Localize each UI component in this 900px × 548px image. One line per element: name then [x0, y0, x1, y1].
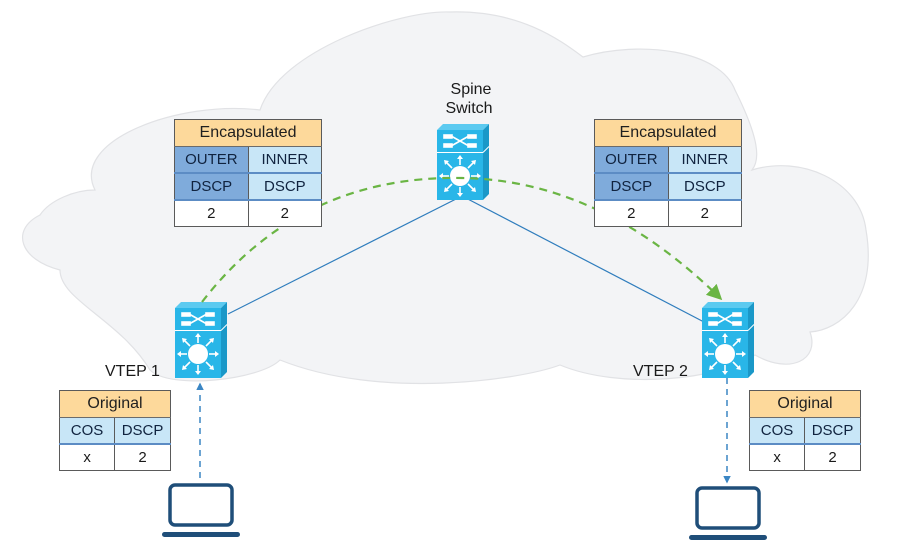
host1-laptop-icon[interactable]: [160, 483, 242, 539]
encapsulated-table-right: Encapsulated OUTER INNER DSCP DSCP 2 2: [594, 119, 742, 227]
outer-dscp-value: 2: [174, 200, 249, 227]
dscp-value: 2: [804, 444, 861, 471]
outer-header-line2: DSCP: [174, 173, 249, 201]
vtep1-label: VTEP 1: [105, 363, 160, 380]
table-title: Encapsulated: [174, 119, 322, 147]
spine-label-line1: Spine: [450, 81, 492, 98]
spine-label-line2: Switch: [445, 100, 493, 117]
original-table-right: Original COS DSCP x 2: [749, 390, 861, 471]
inner-header-line1: INNER: [248, 146, 322, 174]
cos-value: x: [749, 444, 806, 471]
vtep1-switch-icon[interactable]: [174, 301, 228, 379]
vtep2-label: VTEP 2: [633, 363, 688, 380]
inner-header-line1: INNER: [668, 146, 742, 174]
table-title: Original: [749, 390, 861, 418]
outer-header-line1: OUTER: [594, 146, 669, 174]
cos-header: COS: [59, 417, 116, 445]
outer-header-line2: DSCP: [594, 173, 669, 201]
table-title: Original: [59, 390, 171, 418]
spine-switch-label: Spine Switch: [445, 80, 493, 118]
dscp-value: 2: [114, 444, 171, 471]
dscp-header: DSCP: [804, 417, 861, 445]
vtep2-switch-icon[interactable]: [701, 301, 755, 379]
original-table-left: Original COS DSCP x 2: [59, 390, 171, 471]
inner-header-line2: DSCP: [248, 173, 322, 201]
spine-switch-icon[interactable]: [436, 123, 490, 201]
table-title: Encapsulated: [594, 119, 742, 147]
outer-header-line1: OUTER: [174, 146, 249, 174]
cos-header: COS: [749, 417, 806, 445]
dscp-header: DSCP: [114, 417, 171, 445]
encapsulated-table-left: Encapsulated OUTER INNER DSCP DSCP 2 2: [174, 119, 322, 227]
outer-dscp-value: 2: [594, 200, 669, 227]
cos-value: x: [59, 444, 116, 471]
host2-laptop-icon[interactable]: [687, 486, 769, 542]
inner-dscp-value: 2: [668, 200, 742, 227]
inner-header-line2: DSCP: [668, 173, 742, 201]
inner-dscp-value: 2: [248, 200, 322, 227]
